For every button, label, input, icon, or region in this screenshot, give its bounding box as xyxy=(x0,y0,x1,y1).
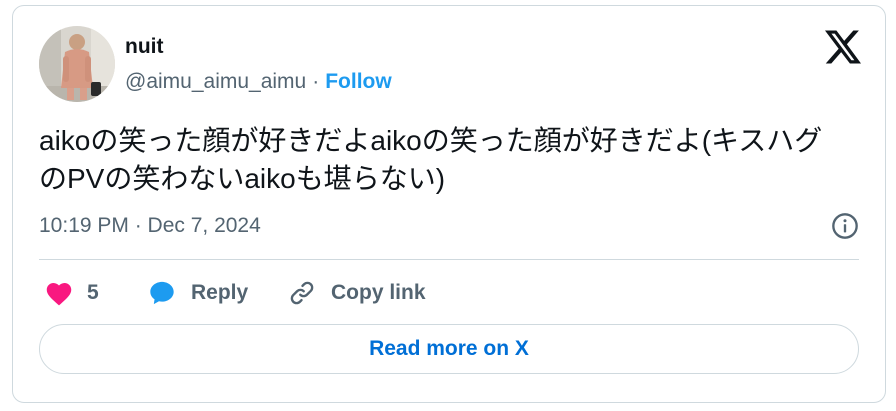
like-count: 5 xyxy=(87,281,99,304)
like-button[interactable]: 5 xyxy=(45,278,99,308)
tweet-card: nuit @aimu_aimu_aimu · Follow aikoの笑った顔が好き… xyxy=(12,5,886,403)
read-more-button[interactable]: Read more on X xyxy=(39,324,859,374)
reply-bubble-icon xyxy=(150,281,174,305)
x-logo-icon[interactable] xyxy=(825,30,861,64)
handle-row: @aimu_aimu_aimu · Follow xyxy=(125,70,392,94)
heart-icon xyxy=(46,282,72,306)
info-icon[interactable] xyxy=(831,212,859,240)
avatar-image xyxy=(39,26,115,102)
link-icon xyxy=(290,281,314,305)
display-name[interactable]: nuit xyxy=(125,35,163,59)
reply-label: Reply xyxy=(191,281,249,304)
avatar[interactable] xyxy=(39,26,115,102)
follow-button[interactable]: Follow xyxy=(325,70,392,93)
divider xyxy=(39,259,859,260)
timestamp-link[interactable]: 10:19 PM · Dec 7, 2024 xyxy=(39,214,261,238)
reply-button[interactable]: Reply xyxy=(147,278,248,308)
tweet-text: aikoの笑った顔が好きだよaikoの笑った顔が好きだよ(キスハグのPVの笑わな… xyxy=(39,125,823,194)
copy-link-label: Copy link xyxy=(331,281,426,304)
copy-link-button[interactable]: Copy link xyxy=(287,278,426,308)
user-handle[interactable]: @aimu_aimu_aimu xyxy=(125,70,306,93)
separator-dot: · xyxy=(312,70,320,93)
